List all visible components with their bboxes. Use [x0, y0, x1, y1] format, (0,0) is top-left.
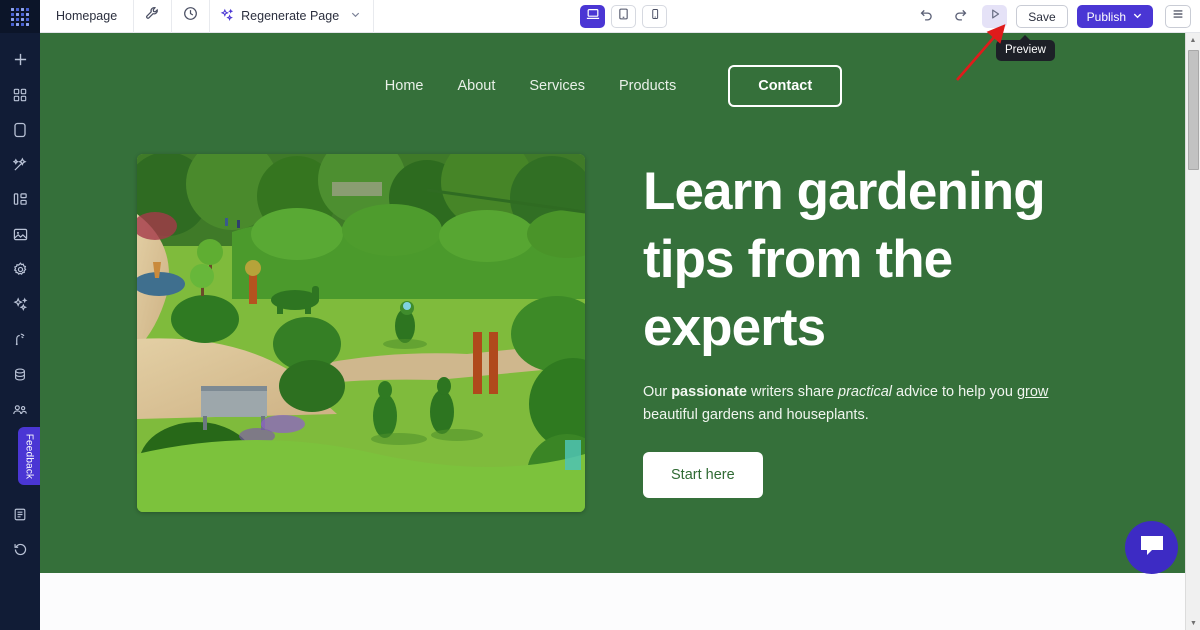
- history-button[interactable]: [172, 0, 211, 33]
- hero-subtext: Our passionate writers share practical a…: [643, 381, 1083, 426]
- scrollbar-thumb[interactable]: [1188, 50, 1199, 170]
- left-rail: Feedback: [0, 0, 40, 630]
- rail-item-structure[interactable]: [0, 182, 40, 217]
- wrench-icon: [145, 6, 160, 26]
- rail-item-database[interactable]: [0, 357, 40, 392]
- subtext-italic: practical: [838, 384, 893, 401]
- hero-text-block: Learn gardening tips from the experts Ou…: [643, 154, 1083, 512]
- rail-item-docs[interactable]: [0, 497, 40, 532]
- users-icon: [12, 402, 28, 417]
- sitemap-icon: [13, 192, 28, 207]
- rail-item-sections[interactable]: [0, 77, 40, 112]
- mobile-icon: [649, 7, 661, 26]
- subtext-suffix: beautiful gardens and houseplants.: [643, 406, 869, 423]
- database-icon: [13, 367, 27, 382]
- chevron-down-icon: [1132, 10, 1143, 24]
- rail-item-design[interactable]: [0, 147, 40, 182]
- hero-content: Learn gardening tips from the experts Ou…: [40, 107, 1185, 512]
- hero-section: Home About Services Products Contact Lea…: [40, 33, 1185, 573]
- hamburger-menu-icon: [1171, 7, 1185, 26]
- subtext-mid-2: advice to help you: [892, 384, 1017, 401]
- page-title: Learn gardening tips from the experts: [643, 162, 1046, 357]
- rail-item-ai-tools[interactable]: [0, 287, 40, 322]
- nav-link-about[interactable]: About: [455, 74, 497, 98]
- sparkles-icon: [12, 297, 28, 312]
- subtext-bold: passionate: [671, 384, 747, 401]
- main-menu-button[interactable]: [1165, 5, 1191, 28]
- publish-button[interactable]: Publish: [1076, 5, 1153, 28]
- tablet-icon: [617, 7, 630, 26]
- top-toolbar: Homepage Regenerate Page Save Publish: [40, 0, 1200, 33]
- chat-bubble-icon: [1139, 533, 1165, 562]
- page-name-chip[interactable]: Homepage: [40, 0, 135, 33]
- annotation-arrow: [956, 24, 1006, 81]
- nav-link-products[interactable]: Products: [617, 74, 678, 98]
- device-toggle-tablet[interactable]: [611, 4, 636, 28]
- clock-icon: [183, 6, 198, 26]
- undo-button[interactable]: [914, 5, 939, 28]
- canvas-scrollbar[interactable]: ▲ ▼: [1185, 33, 1200, 630]
- signal-icon: [13, 332, 28, 347]
- scroll-down-arrow[interactable]: ▼: [1186, 616, 1200, 630]
- book-icon: [13, 507, 27, 522]
- save-label: Save: [1028, 9, 1056, 24]
- chat-widget-button[interactable]: [1125, 521, 1178, 574]
- regenerate-page-button[interactable]: Regenerate Page: [210, 0, 375, 33]
- desktop-icon: [586, 7, 600, 26]
- subtext-mid-1: writers share: [746, 384, 839, 401]
- wand-icon: [12, 157, 28, 172]
- device-toggle-mobile[interactable]: [642, 4, 667, 28]
- regenerate-page-label: Regenerate Page: [241, 9, 340, 23]
- page-icon: [13, 122, 27, 138]
- image-icon: [13, 227, 28, 242]
- rail-item-add[interactable]: [0, 42, 40, 77]
- history-restore-icon: [13, 542, 28, 557]
- chevron-down-icon: [350, 9, 361, 23]
- editor-window: Feedback Homepage Regenerate Page Save P…: [0, 0, 1200, 630]
- save-button[interactable]: Save: [1016, 5, 1068, 28]
- rail-item-pages[interactable]: [0, 112, 40, 147]
- app-logo[interactable]: [0, 0, 40, 33]
- tools-button[interactable]: [134, 0, 173, 33]
- feedback-tab[interactable]: Feedback: [18, 427, 40, 485]
- grid-blocks-icon: [13, 88, 27, 102]
- rail-item-seo[interactable]: [0, 322, 40, 357]
- nav-link-services[interactable]: Services: [527, 74, 587, 98]
- gear-icon: [13, 262, 28, 277]
- hero-image: [137, 154, 585, 512]
- feedback-label: Feedback: [23, 433, 35, 479]
- plus-icon: [13, 52, 28, 67]
- rail-item-media[interactable]: [0, 217, 40, 252]
- page-canvas: Home About Services Products Contact Lea…: [40, 33, 1185, 630]
- device-preview-toggles: [580, 4, 667, 28]
- undo-icon: [919, 7, 934, 27]
- hero-cta-button[interactable]: Start here: [643, 452, 763, 499]
- sparkles-icon: [220, 8, 234, 25]
- rail-item-restore[interactable]: [0, 532, 40, 567]
- device-toggle-desktop[interactable]: [580, 4, 605, 28]
- page-name-label: Homepage: [56, 9, 118, 23]
- nav-link-home[interactable]: Home: [383, 74, 426, 98]
- nav-contact-button[interactable]: Contact: [728, 65, 843, 107]
- logo-grid-icon: [11, 7, 29, 26]
- publish-label: Publish: [1086, 9, 1126, 24]
- subtext-prefix: Our: [643, 384, 672, 401]
- scroll-up-arrow[interactable]: ▲: [1186, 33, 1200, 47]
- subtext-link-grow[interactable]: grow: [1017, 384, 1048, 400]
- rail-item-settings[interactable]: [0, 252, 40, 287]
- rail-item-members[interactable]: [0, 392, 40, 427]
